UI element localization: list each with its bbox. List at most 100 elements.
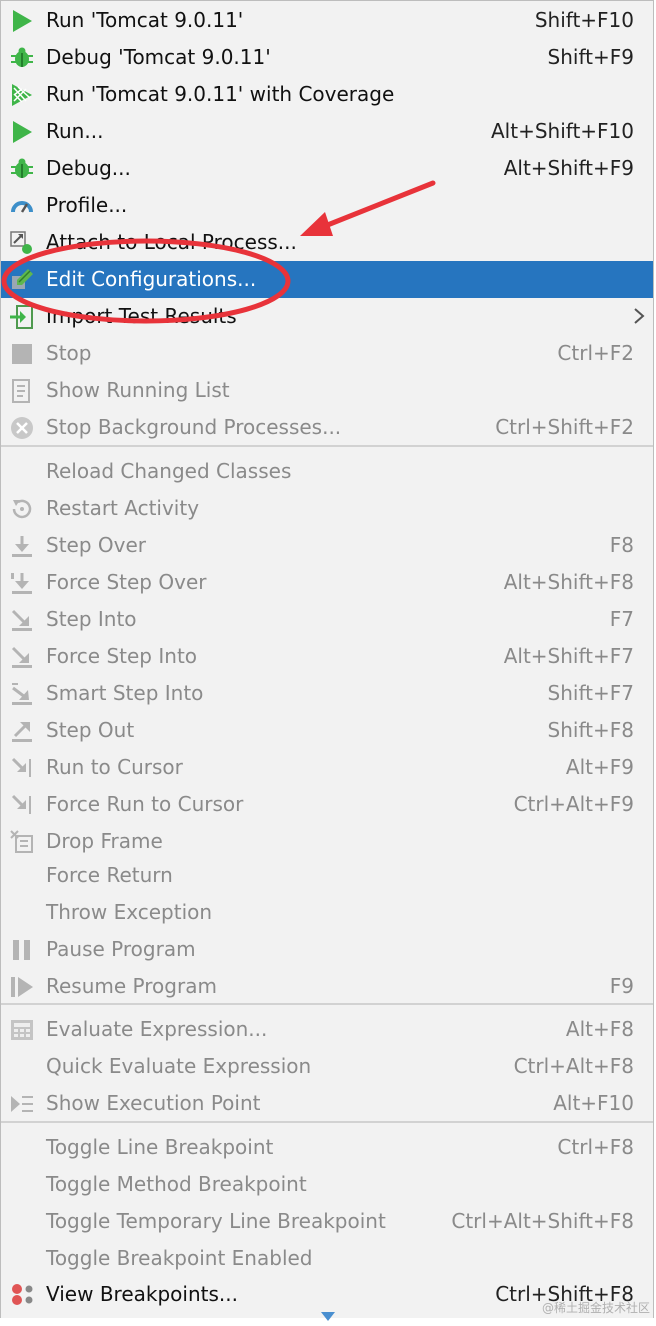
resume-icon [10,975,34,999]
menu-item-label: Stop [46,341,92,365]
restart-icon [10,497,34,521]
menu-item-step-over[interactable]: Step Over F8 [1,527,653,564]
view-breakpoints-icon [10,1283,34,1307]
menu-item-label: View Breakpoints... [46,1282,238,1306]
pause-icon [10,938,34,962]
menu-item-label: Force Return [46,863,173,887]
menu-item-drop-frame[interactable]: Drop Frame [1,823,653,860]
menu-item-attach-to-process[interactable]: Attach to Local Process... [1,224,653,261]
menu-item-step-out[interactable]: Step Out Shift+F8 [1,712,653,749]
menu-item-label: Drop Frame [46,829,163,853]
stop-background-icon [10,416,34,440]
menu-item-run[interactable]: Run... Alt+Shift+F10 [1,113,653,150]
menu-item-label: Force Step Over [46,570,207,594]
menu-item-label: Toggle Line Breakpoint [46,1135,274,1159]
menu-item-shortcut: Ctrl+Alt+Shift+F8 [451,1209,634,1233]
menu-item-edit-configurations[interactable]: Edit Configurations... [1,261,653,298]
run-icon [10,120,34,144]
menu-item-stop-background-processes[interactable]: Stop Background Processes... Ctrl+Shift+… [1,409,653,446]
menu-item-force-run-to-cursor[interactable]: Force Run to Cursor Ctrl+Alt+F9 [1,786,653,823]
scroll-down-icon[interactable] [321,1307,335,1321]
menu-item-shortcut: Alt+Shift+F7 [503,644,634,668]
menu-item-show-execution-point[interactable]: Show Execution Point Alt+F10 [1,1085,653,1122]
menu-item-pause-program[interactable]: Pause Program [1,931,653,968]
menu-item-shortcut: Alt+F10 [553,1091,634,1115]
force-step-over-icon [10,571,34,595]
menu-item-force-return[interactable]: Force Return [1,857,653,894]
menu-item-label: Evaluate Expression... [46,1017,268,1041]
menu-item-shortcut: F7 [609,607,634,631]
menu-item-toggle-method-breakpoint[interactable]: Toggle Method Breakpoint [1,1166,653,1203]
stop-icon [10,342,34,366]
execution-point-icon [10,1092,34,1116]
coverage-icon [10,83,34,107]
step-into-icon [10,608,34,632]
step-out-icon [10,719,34,743]
menu-item-label: Stop Background Processes... [46,415,342,439]
menu-item-throw-exception[interactable]: Throw Exception [1,894,653,931]
force-run-to-cursor-icon [10,793,34,817]
evaluate-icon [10,1018,34,1042]
menu-item-label: Run 'Tomcat 9.0.11' with Coverage [46,82,395,106]
running-list-icon [10,379,34,403]
menu-item-shortcut: Shift+F8 [547,718,634,742]
menu-item-reload-changed-classes[interactable]: Reload Changed Classes [1,453,653,490]
menu-item-smart-step-into[interactable]: Smart Step Into Shift+F7 [1,675,653,712]
menu-item-quick-evaluate-expression[interactable]: Quick Evaluate Expression Ctrl+Alt+F8 [1,1048,653,1085]
menu-item-label: Debug 'Tomcat 9.0.11' [46,45,271,69]
menu-item-force-step-over[interactable]: Force Step Over Alt+Shift+F8 [1,564,653,601]
menu-item-shortcut: Ctrl+Alt+F9 [513,792,634,816]
menu-item-shortcut: Alt+F9 [565,755,634,779]
watermark: @稀土掘金技术社区 [541,1301,650,1315]
menu-item-shortcut: F9 [609,974,634,998]
menu-item-label: Toggle Method Breakpoint [46,1172,307,1196]
menu-item-step-into[interactable]: Step Into F7 [1,601,653,638]
menu-item-label: Force Run to Cursor [46,792,244,816]
run-to-cursor-icon [10,756,34,780]
menu-item-label: Resume Program [46,974,217,998]
menu-item-run-to-cursor[interactable]: Run to Cursor Alt+F9 [1,749,653,786]
import-icon [10,305,34,329]
menu-item-debug[interactable]: Debug... Alt+Shift+F9 [1,150,653,187]
menu-item-label: Run... [46,119,104,143]
menu-item-show-running-list[interactable]: Show Running List [1,372,653,409]
menu-item-profile[interactable]: Profile... [1,187,653,224]
menu-item-debug-tomcat[interactable]: Debug 'Tomcat 9.0.11' Shift+F9 [1,39,653,76]
menu-item-label: Step Out [46,718,135,742]
menu-item-label: Step Into [46,607,137,631]
menu-item-label: Profile... [46,193,128,217]
menu-item-label: Edit Configurations... [46,267,257,291]
menu-item-label: Import Test Results [46,304,237,328]
menu-separator [1,445,653,447]
menu-item-resume-program[interactable]: Resume Program F9 [1,968,653,1005]
menu-item-run-with-coverage[interactable]: Run 'Tomcat 9.0.11' with Coverage [1,76,653,113]
run-menu: Run 'Tomcat 9.0.11' Shift+F10 Debug 'Tom… [0,0,654,1321]
menu-item-force-step-into[interactable]: Force Step Into Alt+Shift+F7 [1,638,653,675]
debug-icon [10,46,34,70]
menu-item-toggle-line-breakpoint[interactable]: Toggle Line Breakpoint Ctrl+F8 [1,1129,653,1166]
smart-step-into-icon [10,682,34,706]
menu-item-label: Attach to Local Process... [46,230,297,254]
menu-item-toggle-temporary-line-breakpoint[interactable]: Toggle Temporary Line Breakpoint Ctrl+Al… [1,1203,653,1240]
step-over-icon [10,534,34,558]
menu-item-stop[interactable]: Stop Ctrl+F2 [1,335,653,372]
menu-item-label: Throw Exception [46,900,213,924]
menu-item-shortcut: Ctrl+F2 [557,341,634,365]
menu-item-shortcut: Alt+Shift+F8 [503,570,634,594]
menu-item-label: Step Over [46,533,146,557]
menu-item-label: Force Step Into [46,644,198,668]
menu-item-import-test-results[interactable]: Import Test Results [1,298,653,335]
menu-item-label: Run to Cursor [46,755,183,779]
menu-item-label: Smart Step Into [46,681,204,705]
menu-item-restart-activity[interactable]: Restart Activity [1,490,653,527]
menu-item-shortcut: Alt+F8 [565,1017,634,1041]
menu-separator [1,1121,653,1123]
menu-item-shortcut: Alt+Shift+F9 [503,156,634,180]
drop-frame-icon [10,830,34,854]
menu-item-toggle-breakpoint-enabled[interactable]: Toggle Breakpoint Enabled [1,1240,653,1277]
menu-item-evaluate-expression[interactable]: Evaluate Expression... Alt+F8 [1,1011,653,1048]
menu-item-label: Show Running List [46,378,230,402]
menu-item-shortcut: Shift+F10 [534,8,634,32]
menu-separator [1,1003,653,1005]
menu-item-run-tomcat[interactable]: Run 'Tomcat 9.0.11' Shift+F10 [1,2,653,39]
